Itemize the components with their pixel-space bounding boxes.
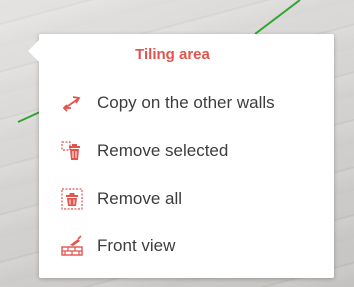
copy-on-other-walls-item[interactable]: Copy on the other walls: [61, 88, 275, 118]
front-view-item[interactable]: Front view: [61, 231, 175, 261]
remove-selected-item[interactable]: Remove selected: [61, 136, 228, 166]
remove-all-item[interactable]: Remove all: [61, 184, 182, 214]
front-view-label: Front view: [97, 236, 176, 255]
remove-all-icon: [61, 188, 89, 210]
context-menu: Tiling area Copy on the other walls Remo…: [28, 34, 334, 278]
trash-icon: [61, 140, 89, 162]
remove-all-label: Remove all: [97, 189, 183, 208]
copy-on-other-walls-label: Copy on the other walls: [97, 93, 275, 112]
tiles-trowel-icon: [61, 235, 89, 257]
swap-arrows-icon: [61, 92, 89, 114]
remove-selected-label: Remove selected: [97, 141, 229, 160]
menu-title: Tiling area: [135, 46, 210, 63]
